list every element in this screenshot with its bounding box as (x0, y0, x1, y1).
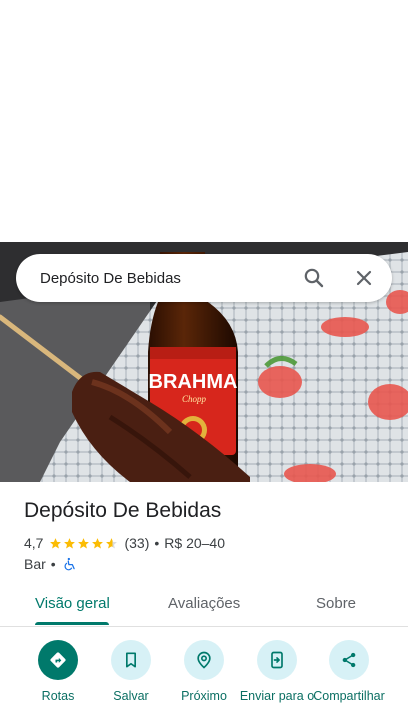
bookmark-icon (126, 652, 136, 668)
directions-button[interactable]: Rotas (18, 640, 98, 704)
search-icon[interactable] (302, 266, 326, 290)
tab-active-indicator (35, 622, 109, 625)
share-icon (342, 652, 356, 668)
search-input[interactable] (40, 269, 290, 287)
review-count[interactable]: (33) (124, 535, 149, 551)
directions-icon (50, 652, 66, 668)
nearby-label: Próximo (181, 689, 227, 703)
star-icon (78, 537, 90, 548)
nearby-button[interactable]: Próximo (164, 640, 244, 704)
share-button-circle[interactable] (329, 640, 369, 680)
place-category: Bar (24, 556, 46, 572)
save-label: Salvar (113, 689, 149, 703)
close-icon[interactable] (352, 266, 376, 290)
rating-stars[interactable] (49, 537, 119, 550)
search-bar[interactable] (16, 254, 392, 302)
place-title: Depósito De Bebidas (24, 499, 222, 522)
send-to-phone-button[interactable]: Enviar para o (237, 640, 317, 704)
map-blank-area (0, 0, 408, 242)
star-half-icon (106, 537, 118, 548)
star-icon (64, 537, 76, 548)
send-to-phone-label: Enviar para o (239, 689, 315, 703)
tab-reviews[interactable]: Avaliações (168, 582, 240, 626)
rating-row: 4,7 (33) • R$ 20–40 (24, 535, 225, 551)
bottle-brand-text: BRAHMA (149, 371, 238, 393)
tab-about[interactable]: Sobre (316, 582, 356, 626)
tab-bar: Visão geral Avaliações Sobre (0, 582, 408, 627)
share-label: Compartilhar (313, 689, 385, 703)
bottle-sub-text: Chopp (182, 394, 207, 404)
rating-value: 4,7 (24, 535, 44, 551)
wheelchair-icon (64, 557, 75, 571)
action-bar: Rotas Salvar Próximo Enviar para o Compa… (0, 640, 408, 724)
star-icon (92, 537, 104, 548)
send-to-phone-icon (271, 651, 283, 669)
send-to-phone-button-circle[interactable] (257, 640, 297, 680)
star-icon (50, 537, 62, 548)
nearby-button-circle[interactable] (184, 640, 224, 680)
save-button-circle[interactable] (111, 640, 151, 680)
tab-overview[interactable]: Visão geral (35, 582, 110, 626)
share-button[interactable]: Compartilhar (309, 640, 389, 704)
nearby-icon (197, 651, 211, 669)
separator-dot: • (50, 556, 56, 572)
save-button[interactable]: Salvar (91, 640, 171, 704)
directions-button-circle[interactable] (38, 640, 78, 680)
directions-label: Rotas (41, 689, 75, 703)
category-row: Bar • (24, 556, 77, 572)
separator-dot: • (154, 535, 160, 551)
price-range: R$ 20–40 (164, 535, 225, 551)
